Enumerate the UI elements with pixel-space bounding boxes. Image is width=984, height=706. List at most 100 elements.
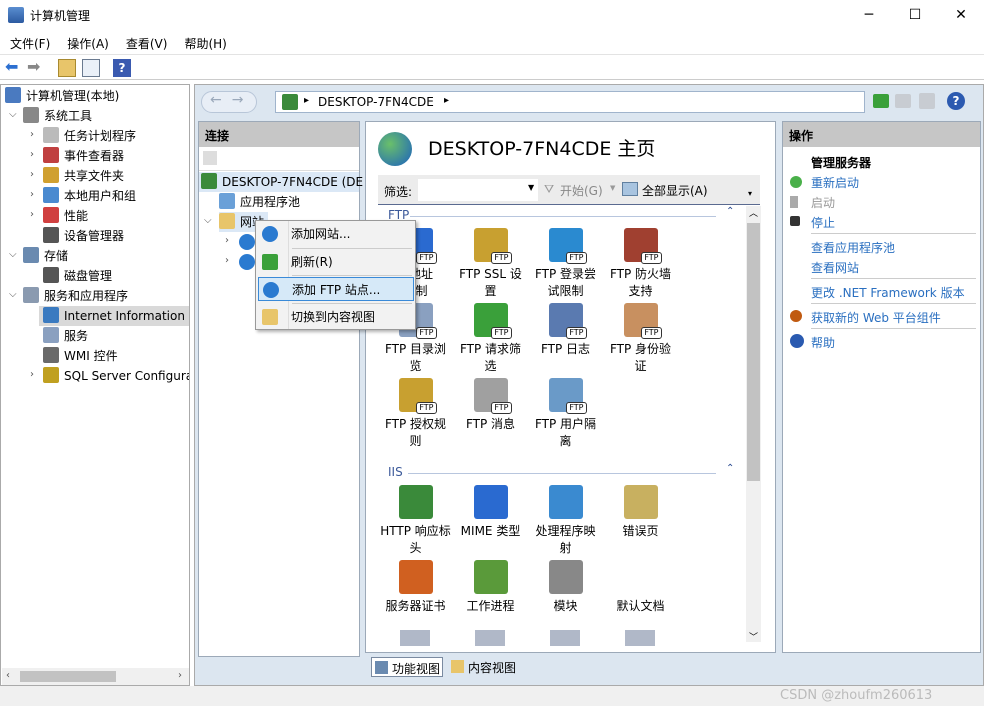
feature-item[interactable]: FTP FTP 日志 xyxy=(528,303,603,358)
action-stop[interactable]: 停止 xyxy=(811,214,835,231)
feature-item[interactable]: FTP FTP 防火墙 支持 xyxy=(603,228,678,300)
scroll-down-icon[interactable]: ﹀ xyxy=(749,630,758,643)
expand-chevron-icon[interactable]: › xyxy=(30,129,34,140)
feature-item[interactable]: 处理程序映 射 xyxy=(528,485,603,557)
feature-item[interactable]: FTP FTP 消息 xyxy=(453,378,528,433)
back-icon[interactable]: ⬅ xyxy=(5,59,23,77)
feature-item[interactable]: 模块 xyxy=(528,560,603,615)
feature-item[interactable]: FTP FTP SSL 设 置 xyxy=(453,228,528,300)
feature-item[interactable]: MIME 类型 xyxy=(453,485,528,540)
feature-item[interactable]: FTP FTP 请求筛 选 xyxy=(453,303,528,375)
feature-icon[interactable] xyxy=(625,630,655,646)
expand-chevron-icon[interactable]: ⌵ xyxy=(9,249,17,260)
expand-chevron-icon[interactable]: › xyxy=(30,149,34,160)
action-view-app-pools[interactable]: 查看应用程序池 xyxy=(811,239,895,256)
tab-content-view[interactable]: 内容视图 xyxy=(448,657,520,677)
tree-item[interactable]: WMI 控件 xyxy=(43,346,118,366)
features-vertical-scrollbar[interactable]: ︿ ﹀ xyxy=(746,206,761,643)
stop-icon[interactable] xyxy=(895,94,911,108)
feature-item[interactable]: FTP FTP 授权规 则 xyxy=(378,378,453,450)
tree-item[interactable]: 服务 xyxy=(43,326,88,346)
expand-chevron-icon[interactable]: › xyxy=(30,209,34,220)
expand-chevron-icon[interactable]: ⌵ xyxy=(9,289,17,300)
tree-item[interactable]: 设备管理器 xyxy=(43,226,124,246)
expand-chevron-icon[interactable]: › xyxy=(30,169,34,180)
expand-chevron-icon[interactable]: ⌵ xyxy=(204,215,212,226)
help-icon[interactable]: ? xyxy=(947,92,965,110)
action-help[interactable]: 帮助 xyxy=(811,334,835,351)
tab-features-view[interactable]: 功能视图 xyxy=(371,657,443,677)
menu-view[interactable]: 查看(V) xyxy=(116,30,175,52)
menu-help[interactable]: 帮助(H) xyxy=(174,30,233,52)
tree-item[interactable]: 任务计划程序 xyxy=(43,126,136,146)
address-bar[interactable]: ▸ DESKTOP-7FN4CDE ▸ xyxy=(275,91,865,113)
scroll-thumb[interactable] xyxy=(20,671,116,682)
feature-item[interactable]: 服务器证书 xyxy=(378,560,453,615)
tree-item[interactable]: 服务和应用程序 xyxy=(23,286,128,306)
feature-item[interactable]: FTP FTP 用户隔 离 xyxy=(528,378,603,450)
feature-item[interactable]: FTP FTP 登录尝 试限制 xyxy=(528,228,603,300)
tree-item[interactable]: 本地用户和组 xyxy=(43,186,136,206)
action-view-sites[interactable]: 查看网站 xyxy=(811,259,859,276)
expand-chevron-icon[interactable]: › xyxy=(30,369,34,380)
feature-item[interactable]: 默认文档 xyxy=(603,560,678,615)
overflow-icon[interactable]: ▾ xyxy=(748,189,752,198)
feature-item[interactable]: FTP FTP 身份验 证 xyxy=(603,303,678,375)
tree-item[interactable]: 事件查看器 xyxy=(43,146,124,166)
scroll-up-icon[interactable]: ︿ xyxy=(749,206,758,219)
help-icon[interactable]: ? xyxy=(113,59,131,77)
show-all-button[interactable]: 全部显示(A) xyxy=(642,182,708,199)
tree-item[interactable]: 磁盘管理 xyxy=(43,266,112,286)
close-button[interactable]: ✕ xyxy=(938,0,984,30)
feature-icon[interactable] xyxy=(550,630,580,646)
expand-chevron-icon[interactable]: › xyxy=(225,235,229,246)
tree-root[interactable]: 计算机管理(本地) xyxy=(5,86,119,106)
menu-add-website[interactable]: 添加网站... xyxy=(258,222,414,246)
tree-item[interactable]: Internet Information S xyxy=(39,306,189,326)
expand-chevron-icon[interactable]: ⌵ xyxy=(9,109,17,120)
tree-item[interactable]: 存储 xyxy=(23,246,68,266)
menu-action[interactable]: 操作(A) xyxy=(57,30,116,52)
filter-dropdown-icon[interactable]: ▼ xyxy=(528,183,534,192)
collapse-section-icon[interactable]: ⌃ xyxy=(726,463,734,474)
tree-item[interactable]: SQL Server Configura xyxy=(43,366,189,386)
feature-item[interactable]: HTTP 响应标 头 xyxy=(378,485,453,557)
feature-icon[interactable] xyxy=(400,630,430,646)
site-globe-icon[interactable] xyxy=(239,254,255,270)
up-folder-icon[interactable] xyxy=(58,59,76,77)
menu-refresh[interactable]: 刷新(R) xyxy=(258,250,414,274)
tree-item[interactable]: 共享文件夹 xyxy=(43,166,124,186)
start-filter-button[interactable]: 开始(G) xyxy=(560,182,603,199)
minimize-button[interactable]: ─ xyxy=(846,0,892,30)
expand-chevron-icon[interactable]: › xyxy=(225,255,229,266)
dropdown-icon[interactable]: ▼ xyxy=(610,184,615,192)
scroll-thumb[interactable] xyxy=(747,223,760,481)
action-restart[interactable]: 重新启动 xyxy=(811,174,859,191)
menu-file[interactable]: 文件(F) xyxy=(0,30,57,52)
scroll-right-icon[interactable]: › xyxy=(178,670,182,681)
maximize-button[interactable]: ☐ xyxy=(892,0,938,30)
tree-server[interactable]: DESKTOP-7FN4CDE (DE xyxy=(199,172,363,192)
home-icon[interactable] xyxy=(919,93,935,109)
site-globe-icon[interactable] xyxy=(239,234,255,250)
action-change-dotnet[interactable]: 更改 .NET Framework 版本 xyxy=(811,284,965,301)
show-hide-tree-icon[interactable] xyxy=(82,59,100,77)
action-get-web-components[interactable]: 获取新的 Web 平台组件 xyxy=(811,309,941,326)
breadcrumb-server[interactable]: DESKTOP-7FN4CDE xyxy=(318,95,434,109)
forward-icon[interactable]: ➡ xyxy=(27,59,45,77)
feature-item[interactable]: 错误页 xyxy=(603,485,678,540)
refresh-icon[interactable] xyxy=(873,94,889,108)
tree-item[interactable]: 系统工具 xyxy=(23,106,92,126)
tree-app-pools[interactable]: 应用程序池 xyxy=(219,192,300,212)
tree-horizontal-scrollbar[interactable]: ‹ › xyxy=(2,668,189,685)
menu-add-ftp-site[interactable]: 添加 FTP 站点... xyxy=(258,277,414,301)
feature-item[interactable]: 工作进程 xyxy=(453,560,528,615)
up-level-icon[interactable] xyxy=(203,151,217,165)
tree-item[interactable]: 性能 xyxy=(43,206,88,226)
feature-icon[interactable] xyxy=(475,630,505,646)
collapse-section-icon[interactable]: ⌃ xyxy=(726,206,734,217)
menu-switch-content-view[interactable]: 切换到内容视图 xyxy=(258,305,414,329)
scroll-left-icon[interactable]: ‹ xyxy=(6,670,10,681)
nav-back-forward[interactable]: ←→ xyxy=(201,91,257,113)
expand-chevron-icon[interactable]: › xyxy=(30,189,34,200)
